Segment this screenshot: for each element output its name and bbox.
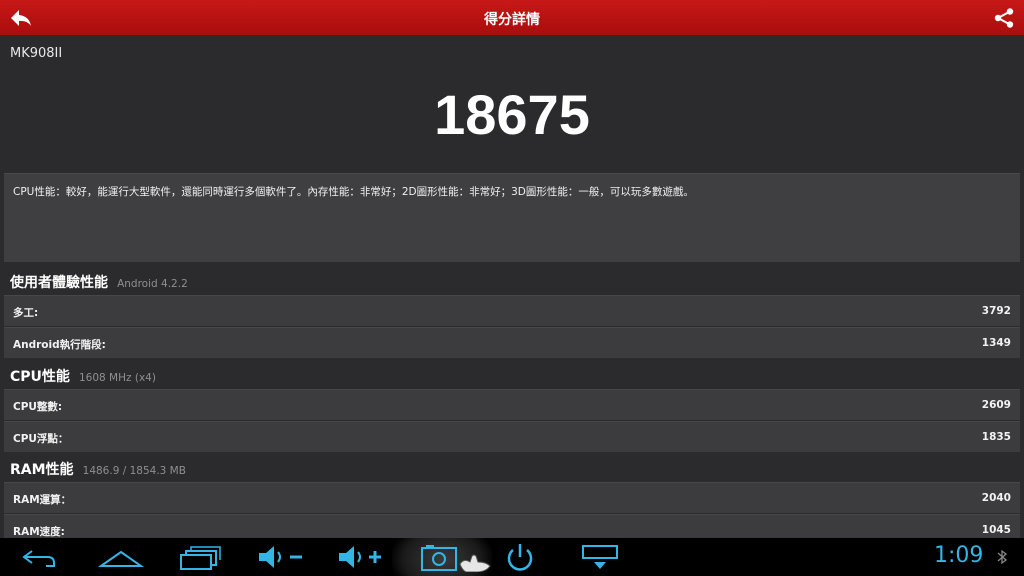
row-label: RAM運算： (13, 494, 72, 506)
device-name: MK908II (10, 46, 63, 61)
section-header-ram: RAM性能 1486.9 / 1854.3 MB (10, 459, 186, 479)
volume-down-icon[interactable] (256, 542, 304, 572)
row-value: 2040 (981, 492, 1011, 504)
section-header-ux: 使用者體驗性能 Android 4.2.2 (10, 272, 188, 292)
score-row-cpu-integer[interactable]: CPU整數: 2609 (4, 389, 1020, 420)
row-label: CPU整數: (13, 401, 63, 413)
row-label: 多工: (13, 307, 39, 319)
section-title: 使用者體驗性能 (10, 275, 108, 291)
hide-bar-icon[interactable] (580, 542, 620, 572)
score-row-ram-operation[interactable]: RAM運算： 2040 (4, 482, 1020, 513)
row-value: 1835 (981, 431, 1011, 443)
system-clock: 1:09 (934, 543, 984, 568)
page-title: 得分詳情 (484, 12, 540, 28)
section-title: CPU性能 (10, 369, 70, 385)
volume-up-icon[interactable] (336, 542, 384, 572)
row-label: RAM速度: (13, 526, 65, 538)
row-value: 2609 (981, 399, 1011, 411)
row-value: 3792 (981, 305, 1011, 317)
row-label: Android執行階段: (13, 339, 106, 351)
section-subtitle: 1608 MHz (x4) (79, 372, 156, 384)
row-label: CPU浮點： (13, 433, 69, 445)
system-navigation-bar (0, 538, 1024, 576)
score-row-android-runtime[interactable]: Android執行階段: 1349 (4, 327, 1020, 358)
back-icon[interactable] (18, 542, 60, 572)
bluetooth-icon (997, 549, 1008, 565)
score-row-multitask[interactable]: 多工: 3792 (4, 295, 1020, 326)
score-description-box: CPU性能：較好，能運行大型軟件，還能同時運行多個軟件了。內存性能：非常好；2D… (4, 173, 1020, 262)
share-icon[interactable] (992, 7, 1016, 29)
home-icon[interactable] (98, 542, 144, 572)
section-title: RAM性能 (10, 462, 74, 478)
row-value: 1349 (981, 337, 1011, 349)
section-subtitle: Android 4.2.2 (117, 278, 188, 290)
section-header-cpu: CPU性能 1608 MHz (x4) (10, 366, 156, 386)
section-subtitle: 1486.9 / 1854.3 MB (82, 465, 186, 477)
row-value: 1045 (981, 524, 1011, 536)
score-description: CPU性能：較好，能運行大型軟件，還能同時運行多個軟件了。內存性能：非常好；2D… (13, 186, 694, 198)
recent-apps-icon[interactable] (178, 542, 222, 572)
total-score: 18675 (434, 83, 590, 146)
screenshot-camera-icon[interactable] (420, 542, 494, 572)
power-icon[interactable] (504, 542, 536, 572)
score-row-cpu-float[interactable]: CPU浮點： 1835 (4, 421, 1020, 452)
title-bar: 得分詳情 (0, 0, 1024, 36)
